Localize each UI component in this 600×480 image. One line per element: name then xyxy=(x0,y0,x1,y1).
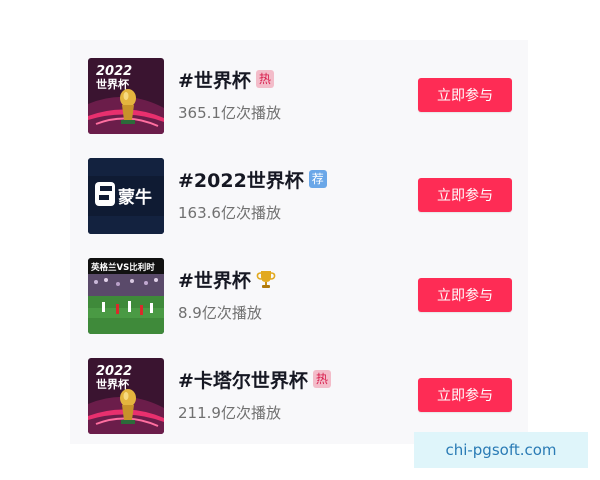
poster-year-text: 2022 xyxy=(96,64,132,79)
topic-title-line[interactable]: #世界杯 xyxy=(178,266,277,292)
topic-title[interactable]: #世界杯 xyxy=(178,266,251,293)
join-button[interactable]: 立即参与 xyxy=(418,278,512,312)
topic-row[interactable]: 2022 世界杯 #世界杯 热 365.1亿次播放 立即参与 xyxy=(70,58,528,138)
topic-title-line[interactable]: #2022世界杯 荐 xyxy=(178,166,327,192)
play-count: 8.9亿次播放 xyxy=(178,304,262,322)
mengniu-logo-text: 蒙牛 xyxy=(118,187,152,208)
trophy-icon xyxy=(255,268,277,290)
topic-list-card: 2022 世界杯 #世界杯 热 365.1亿次播放 立即参与 蒙牛 #2022世… xyxy=(70,40,528,444)
topic-title[interactable]: #世界杯 xyxy=(178,66,251,93)
world-cup-2022-poster-icon[interactable]: 2022 世界杯 xyxy=(88,58,164,134)
topic-row[interactable]: 蒙牛 #2022世界杯 荐 163.6亿次播放 立即参与 xyxy=(70,158,528,238)
join-button[interactable]: 立即参与 xyxy=(418,78,512,112)
hot-badge: 热 xyxy=(255,70,274,88)
topic-title-line[interactable]: #卡塔尔世界杯 热 xyxy=(178,366,331,392)
match-caption-text: 英格兰VS比利时 xyxy=(90,262,155,273)
world-cup-2022-poster-icon[interactable]: 2022 世界杯 xyxy=(88,358,164,434)
watermark: chi-pgsoft.com xyxy=(414,432,588,468)
topic-title[interactable]: #2022世界杯 xyxy=(178,166,304,193)
play-count: 365.1亿次播放 xyxy=(178,104,281,122)
mengniu-logo-icon[interactable]: 蒙牛 xyxy=(88,158,164,234)
poster-title-text: 世界杯 xyxy=(96,377,130,391)
recommend-badge: 荐 xyxy=(308,170,327,188)
football-match-photo-icon[interactable]: 英格兰VS比利时 xyxy=(88,258,164,334)
play-count: 163.6亿次播放 xyxy=(178,204,281,222)
poster-year-text: 2022 xyxy=(96,364,132,379)
topic-row[interactable]: 英格兰VS比利时 #世界杯 8.9亿次播放 立即参与 xyxy=(70,258,528,338)
poster-title-text: 世界杯 xyxy=(96,77,130,91)
topic-title-line[interactable]: #世界杯 热 xyxy=(178,66,274,92)
topic-title[interactable]: #卡塔尔世界杯 xyxy=(178,366,308,393)
hot-badge: 热 xyxy=(312,370,331,388)
join-button[interactable]: 立即参与 xyxy=(418,178,512,212)
topic-row[interactable]: 2022 世界杯 #卡塔尔世界杯 热 211.9亿次播放 立即参与 xyxy=(70,358,528,438)
play-count: 211.9亿次播放 xyxy=(178,404,281,422)
join-button[interactable]: 立即参与 xyxy=(418,378,512,412)
